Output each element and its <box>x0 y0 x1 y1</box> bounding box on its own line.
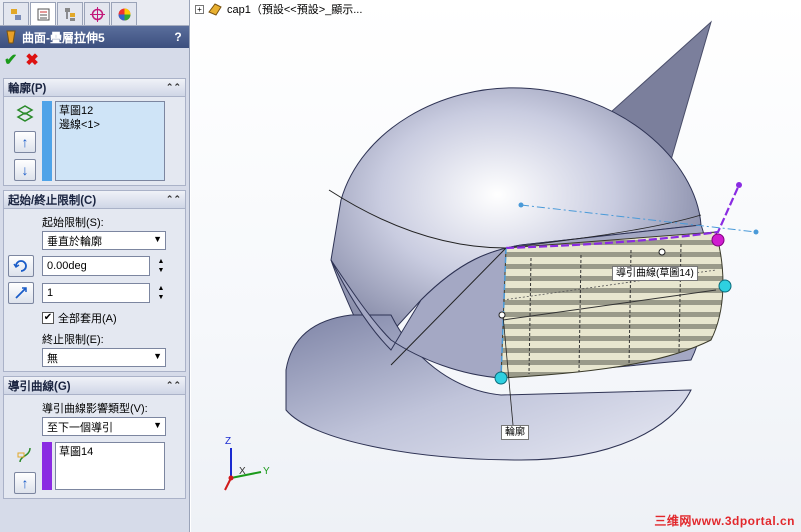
watermark: 三维网www.3dportal.cn <box>654 514 795 528</box>
guide-influence-label: 導引曲線影響類型(V): <box>42 403 148 415</box>
helmet-model[interactable] <box>191 0 801 532</box>
end-constraint-value: 無 <box>47 352 58 365</box>
guide-color-bar <box>42 442 52 490</box>
guide-influence-dropdown[interactable]: 至下一個導引 ▼ <box>42 417 166 436</box>
constraints-group: 起始/終止限制(C) ⌃⌃ 起始限制(S): 垂直於輪廓 ▼ 0.00deg ▲… <box>3 190 186 372</box>
profile-group-header[interactable]: 輪廓(P) ⌃⌃ <box>4 79 185 97</box>
move-up-button[interactable]: ↑ <box>14 472 36 494</box>
angle-spinner[interactable]: ▲ ▼ <box>154 257 168 275</box>
feature-title: 曲面-疊層拉伸5 <box>22 30 105 45</box>
crosshair-icon <box>89 6 105 22</box>
move-down-button[interactable]: ↓ <box>14 159 36 181</box>
configuration-manager-tab[interactable] <box>57 2 83 25</box>
feature-title-bar: 曲面-疊層拉伸5 ? <box>0 26 189 48</box>
profile-selection-icon <box>14 103 36 125</box>
move-up-button[interactable]: ↑ <box>14 131 36 153</box>
axis-y <box>230 471 262 479</box>
guide-curves-group-title: 導引曲線(G) <box>8 380 71 393</box>
profile-group-title: 輪廓(P) <box>8 82 47 95</box>
guide-selection-list[interactable]: 草圖14 <box>55 442 165 490</box>
axis-y-label: Y <box>263 466 270 477</box>
manager-tabs <box>0 0 189 26</box>
dimxpert-tab[interactable] <box>84 2 110 25</box>
action-bar: ✔ ✖ <box>0 48 189 74</box>
chevron-down-icon: ▼ <box>153 420 162 430</box>
display-manager-tab[interactable] <box>111 2 137 25</box>
profile-selection-list[interactable]: 草圖12 邊線<1> <box>55 101 165 181</box>
guide-curves-group-header[interactable]: 導引曲線(G) ⌃⌃ <box>4 377 185 395</box>
apply-all-checkbox[interactable]: ✔ <box>42 312 54 324</box>
ok-button[interactable]: ✔ <box>4 53 17 69</box>
list-item[interactable]: 草圖12 <box>59 104 161 118</box>
guide-curve-selection-icon <box>14 444 36 466</box>
guide-influence-value: 至下一個導引 <box>47 421 113 434</box>
guide-curve-callout[interactable]: 導引曲線(草圖14) <box>612 266 698 281</box>
constraints-group-header[interactable]: 起始/終止限制(C) ⌃⌃ <box>4 191 185 209</box>
constraints-group-title: 起始/終止限制(C) <box>8 194 97 207</box>
start-constraint-value: 垂直於輪廓 <box>47 235 102 248</box>
feature-manager-tab[interactable] <box>3 2 29 25</box>
tangent-length-input[interactable]: 1 <box>42 283 150 303</box>
list-item[interactable]: 草圖14 <box>59 445 161 459</box>
draft-angle-input[interactable]: 0.00deg <box>42 256 150 276</box>
profile-handle-end <box>718 279 732 293</box>
feature-tree-icon <box>10 8 21 20</box>
reverse-direction-button[interactable] <box>8 255 34 277</box>
collapse-icon[interactable]: ⌃⌃ <box>166 194 181 205</box>
start-constraint-label: 起始限制(S): <box>42 217 104 229</box>
length-spinner[interactable]: ▲ ▼ <box>154 284 168 302</box>
loft-surface-icon <box>6 30 16 44</box>
guide-handle <box>711 233 725 247</box>
configuration-icon <box>64 7 75 21</box>
apply-all-label: 全部套用(A) <box>58 313 117 325</box>
collapse-icon[interactable]: ⌃⌃ <box>166 380 181 391</box>
profile-color-bar <box>42 101 52 181</box>
reverse-direction-icon <box>13 260 27 272</box>
collapse-icon[interactable]: ⌃⌃ <box>166 82 181 93</box>
list-item[interactable]: 邊線<1> <box>59 118 161 132</box>
end-constraint-label: 終止限制(E): <box>42 334 104 346</box>
end-constraint-dropdown[interactable]: 無 ▼ <box>42 348 166 367</box>
profile-group: 輪廓(P) ⌃⌃ ↑ ↓ 草圖12 邊線<1> <box>3 78 186 186</box>
color-wheel-icon <box>118 8 130 20</box>
chevron-down-icon: ▼ <box>153 234 162 244</box>
cancel-button[interactable]: ✖ <box>25 53 38 69</box>
property-icon <box>37 8 49 20</box>
help-button[interactable]: ? <box>171 30 185 44</box>
axis-x-label: X <box>239 466 246 477</box>
tangent-length-button[interactable] <box>8 282 34 304</box>
profile-handle <box>494 371 508 385</box>
tangent-length-icon <box>15 287 27 299</box>
graphics-area[interactable]: + cap1（預設<<預設>_顯示... 導引曲線(草圖14) 輪廓 Z Y X… <box>191 0 801 532</box>
chevron-down-icon: ▼ <box>153 351 162 361</box>
start-constraint-dropdown[interactable]: 垂直於輪廓 ▼ <box>42 231 166 250</box>
profile-callout[interactable]: 輪廓 <box>501 425 529 440</box>
axis-z-label: Z <box>225 436 232 447</box>
property-manager-tab[interactable] <box>30 2 56 25</box>
property-manager-panel: 曲面-疊層拉伸5 ? ✔ ✖ 輪廓(P) ⌃⌃ ↑ ↓ 草圖12 邊線<1> 起… <box>0 0 190 532</box>
guide-curves-group: 導引曲線(G) ⌃⌃ 導引曲線影響類型(V): 至下一個導引 ▼ ↑ 草圖14 <box>3 376 186 499</box>
